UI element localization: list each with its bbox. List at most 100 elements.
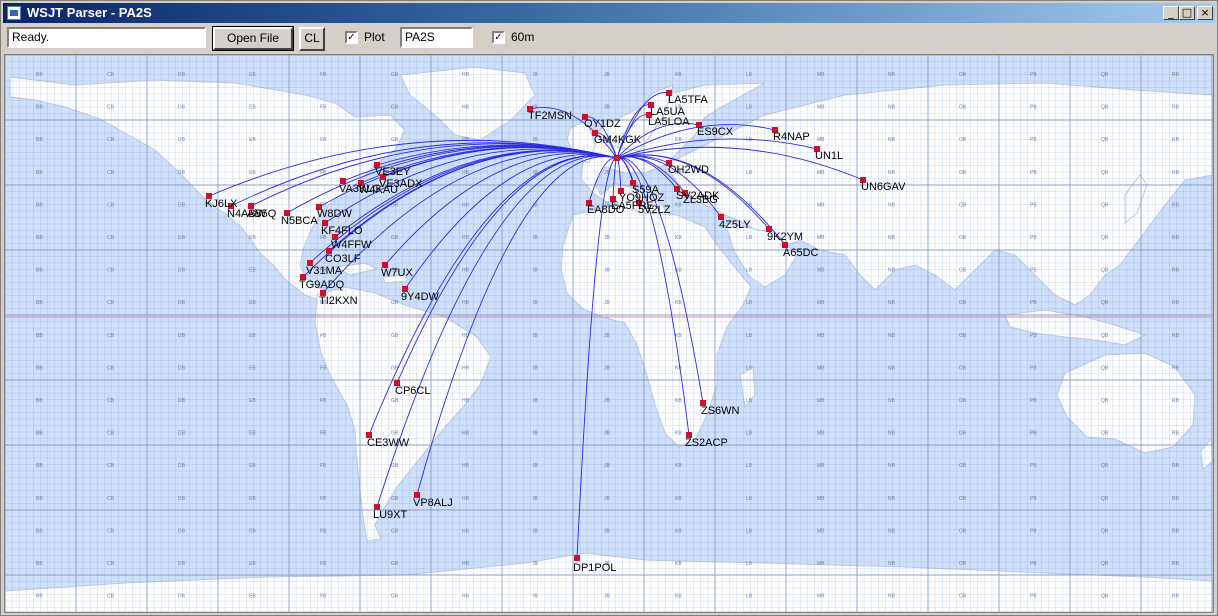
grid-field-label: JB <box>604 105 611 111</box>
grid-field-label: OB <box>959 398 967 404</box>
grid-field-label: CB <box>107 333 115 339</box>
grid-field-label: QB <box>1101 496 1109 502</box>
grid-field-label: QB <box>1101 561 1109 567</box>
grid-field-label: BB <box>36 137 43 143</box>
grid-field-label: MB <box>817 431 825 437</box>
grid-field-label: MB <box>817 365 825 371</box>
grid-field-label: NB <box>888 496 896 502</box>
callsign-input[interactable]: PA2S <box>400 27 473 48</box>
grid-field-label: IB <box>533 496 538 502</box>
station-label: R4NAP <box>773 131 810 143</box>
station-label: ES9CX <box>697 126 734 138</box>
grid-field-label: OB <box>959 235 967 241</box>
grid-field-label: KB <box>675 594 682 600</box>
grid-field-label: IB <box>533 333 538 339</box>
grid-field-label: MB <box>817 137 825 143</box>
grid-field-label: DB <box>178 268 186 274</box>
station-marker[interactable] <box>574 555 580 561</box>
station-label: TG9ADQ <box>299 279 345 291</box>
grid-field-label: JB <box>604 463 611 469</box>
grid-field-label: DB <box>178 463 186 469</box>
grid-field-label: PB <box>1030 398 1037 404</box>
toolbar: Ready. Open File CL ✓ Plot PA2S ✓ 60m <box>3 24 1215 53</box>
grid-field-label: IB <box>533 72 538 78</box>
station-label: LA5TFA <box>668 94 708 106</box>
home-station-marker[interactable] <box>614 155 620 161</box>
grid-field-label: HB <box>462 561 470 567</box>
grid-field-label: HB <box>462 300 470 306</box>
grid-field-label: NB <box>888 300 896 306</box>
grid-field-label: LB <box>746 365 753 371</box>
station-label: CO3LF <box>325 253 361 265</box>
grid-field-label: KB <box>675 202 682 208</box>
world-map[interactable]: BB CB DB EB FB GB HB IB JB KB LB MB NB OB PB QB RB BB CB DB… <box>4 54 1214 613</box>
maximize-button[interactable]: □ <box>1179 6 1195 20</box>
grid-field-label: CB <box>107 235 115 241</box>
grid-field-label: EB <box>249 137 256 143</box>
grid-field-label: HB <box>462 365 470 371</box>
grid-field-label: IB <box>533 235 538 241</box>
minimize-button[interactable]: _ <box>1163 6 1179 20</box>
grid-field-label: KB <box>675 528 682 534</box>
grid-field-label: OB <box>959 72 967 78</box>
grid-field-label: NB <box>888 72 896 78</box>
band-60m-checkbox[interactable]: ✓ <box>492 31 505 44</box>
station-label: VE3ADX <box>379 178 423 190</box>
grid-field-label: JB <box>604 268 611 274</box>
grid-field-label: MB <box>817 528 825 534</box>
grid-field-label: LB <box>746 528 753 534</box>
grid-field-label: BB <box>36 594 43 600</box>
grid-field-label: DB <box>178 105 186 111</box>
grid-field-label: PB <box>1030 268 1037 274</box>
grid-field-label: NB <box>888 594 896 600</box>
grid-field-label: PB <box>1030 594 1037 600</box>
grid-field-label: PB <box>1030 463 1037 469</box>
grid-field-label: RB <box>1172 431 1180 437</box>
station-label: W8DW <box>317 208 352 220</box>
grid-field-label: FB <box>320 561 327 567</box>
grid-field-label: QB <box>1101 105 1109 111</box>
grid-field-label: NB <box>888 170 896 176</box>
south-america-landmass <box>314 286 492 542</box>
plot-checkbox[interactable]: ✓ <box>345 31 358 44</box>
app-icon <box>7 6 21 20</box>
grid-field-label: HB <box>462 594 470 600</box>
grid-field-label: MB <box>817 105 825 111</box>
grid-field-label: DB <box>178 528 186 534</box>
grid-field-label: DB <box>178 202 186 208</box>
grid-field-label: HB <box>462 496 470 502</box>
grid-field-label: CB <box>107 561 115 567</box>
grid-field-label: RB <box>1172 463 1180 469</box>
grid-field-label: QB <box>1101 431 1109 437</box>
grid-field-label: MB <box>817 202 825 208</box>
grid-field-label: OB <box>959 561 967 567</box>
grid-field-label: FB <box>320 431 327 437</box>
grid-field-label: KB <box>675 496 682 502</box>
station-label: OY1DZ <box>584 118 621 130</box>
clear-button[interactable]: CL <box>299 27 325 51</box>
grid-field-label: GB <box>391 300 399 306</box>
grid-field-label: CB <box>107 594 115 600</box>
grid-field-label: HB <box>462 235 470 241</box>
grid-field-label: PB <box>1030 202 1037 208</box>
title-bar[interactable]: WSJT Parser - PA2S _ □ × <box>3 3 1215 23</box>
grid-field-label: NB <box>888 365 896 371</box>
status-field[interactable]: Ready. <box>7 27 206 48</box>
close-button[interactable]: × <box>1197 6 1213 20</box>
grid-field-label: BB <box>36 528 43 534</box>
grid-field-label: DB <box>178 496 186 502</box>
open-file-button[interactable]: Open File <box>212 26 294 51</box>
grid-field-label: RB <box>1172 235 1180 241</box>
grid-field-label: RB <box>1172 398 1180 404</box>
grid-field-label: BB <box>36 202 43 208</box>
grid-field-label: GB <box>391 105 399 111</box>
grid-field-label: EB <box>249 72 256 78</box>
grid-field-label: QB <box>1101 202 1109 208</box>
station-label: 9Y4DW <box>401 291 440 303</box>
grid-field-label: DB <box>178 72 186 78</box>
grid-field-label: NB <box>888 528 896 534</box>
grid-field-label: QB <box>1101 594 1109 600</box>
grid-field-label: DB <box>178 561 186 567</box>
grid-field-label: NB <box>888 105 896 111</box>
grid-field-label: PB <box>1030 528 1037 534</box>
